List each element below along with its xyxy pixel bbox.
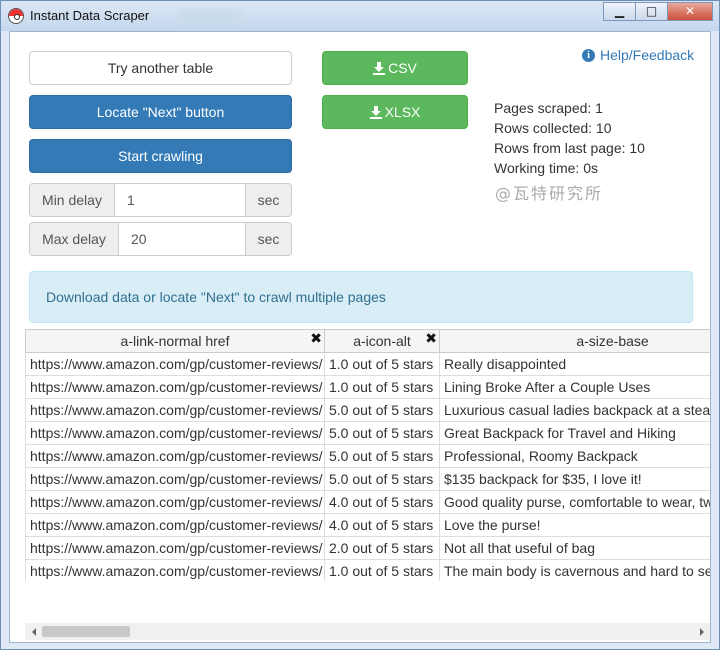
table-cell: Good quality purse, comfortable to wear,… [439, 490, 710, 514]
table-row: https://www.amazon.com/gp/customer-revie… [25, 375, 710, 399]
column-header-icon-alt: a-icon-alt ✖ [324, 329, 440, 353]
scroll-left-arrow-icon[interactable] [25, 623, 42, 640]
max-delay-input[interactable] [119, 222, 245, 256]
info-alert-text: Download data or locate "Next" to crawl … [46, 289, 386, 305]
table-cell: 5.0 out of 5 stars [324, 444, 440, 468]
table-cell: 2.0 out of 5 stars [324, 536, 440, 560]
app-logo-icon [8, 8, 24, 24]
start-crawling-button[interactable]: Start crawling [29, 139, 292, 173]
remove-column-icon[interactable]: ✖ [310, 331, 322, 347]
watermark: @瓦特研究所 [495, 184, 604, 203]
max-delay-unit: sec [245, 222, 292, 256]
info-alert: Download data or locate "Next" to crawl … [29, 271, 693, 323]
info-icon: i [582, 48, 595, 62]
table-cell: Lining Broke After a Couple Uses [439, 375, 710, 399]
table-row: https://www.amazon.com/gp/customer-revie… [25, 352, 710, 376]
table-row: https://www.amazon.com/gp/customer-revie… [25, 421, 710, 445]
try-another-table-label: Try another table [107, 60, 214, 76]
table-header-row: a-link-normal href ✖ a-icon-alt ✖ a-size-b… [25, 329, 710, 353]
table-row: https://www.amazon.com/gp/customer-revie… [25, 536, 710, 560]
client-area: Try another table Locate "Next" button S… [9, 31, 711, 643]
app-window: Instant Data Scraper ▁ □ ✕ Try another t… [0, 0, 720, 650]
download-icon [373, 61, 386, 75]
table-cell: https://www.amazon.com/gp/customer-revie… [25, 513, 325, 537]
help-feedback-link[interactable]: i Help/Feedback [582, 47, 694, 63]
table-cell: $135 backpack for $35, I love it! [439, 467, 710, 491]
blurred-title-text [179, 10, 241, 22]
help-feedback-label: Help/Feedback [600, 47, 695, 63]
locate-next-button[interactable]: Locate "Next" button [29, 95, 292, 129]
close-button[interactable]: ✕ [667, 2, 713, 21]
table-cell: 5.0 out of 5 stars [324, 421, 440, 445]
table-cell: Luxurious casual ladies backpack at a st… [439, 398, 710, 422]
try-another-table-button[interactable]: Try another table [29, 51, 292, 85]
min-delay-group: Min delay sec [29, 183, 292, 217]
maximize-button[interactable]: □ [635, 2, 668, 21]
table-row: https://www.amazon.com/gp/customer-revie… [25, 490, 710, 514]
table-cell: https://www.amazon.com/gp/customer-revie… [25, 398, 325, 422]
table-row: https://www.amazon.com/gp/customer-revie… [25, 398, 710, 422]
remove-column-icon[interactable]: ✖ [425, 331, 437, 347]
scrape-stats: Pages scraped: 1 Rows collected: 10 Rows… [494, 98, 645, 178]
column-header-size-base: a-size-base [439, 329, 710, 353]
title-bar[interactable]: Instant Data Scraper ▁ □ ✕ [1, 1, 719, 31]
start-crawling-label: Start crawling [118, 148, 203, 164]
table-cell: https://www.amazon.com/gp/customer-revie… [25, 352, 325, 376]
xlsx-label: XLSX [384, 104, 421, 120]
table-cell: The main body is cavernous and hard to s… [439, 559, 710, 581]
rows-collected-stat: Rows collected: 10 [494, 120, 612, 136]
table-cell: Professional, Roomy Backpack [439, 444, 710, 468]
max-delay-label: Max delay [29, 222, 119, 256]
column-header-label: a-icon-alt [353, 333, 411, 349]
table-cell: 5.0 out of 5 stars [324, 467, 440, 491]
table-cell: https://www.amazon.com/gp/customer-revie… [25, 559, 325, 581]
column-header-href: a-link-normal href ✖ [25, 329, 325, 353]
table-cell: 1.0 out of 5 stars [324, 559, 440, 581]
table-row: https://www.amazon.com/gp/customer-revie… [25, 559, 710, 581]
table-cell: Great Backpack for Travel and Hiking [439, 421, 710, 445]
window-controls: ▁ □ ✕ [603, 2, 713, 21]
min-delay-unit: sec [245, 183, 292, 217]
pages-scraped-stat: Pages scraped: 1 [494, 100, 603, 116]
table-cell: 1.0 out of 5 stars [324, 375, 440, 399]
xlsx-download-button[interactable]: XLSX [322, 95, 468, 129]
csv-label: CSV [388, 60, 417, 76]
table-cell: 4.0 out of 5 stars [324, 513, 440, 537]
table-row: https://www.amazon.com/gp/customer-revie… [25, 467, 710, 491]
horizontal-scrollbar[interactable] [25, 623, 710, 640]
table-cell: https://www.amazon.com/gp/customer-revie… [25, 536, 325, 560]
table-row: https://www.amazon.com/gp/customer-revie… [25, 444, 710, 468]
data-table-container: a-link-normal href ✖ a-icon-alt ✖ a-size-b… [25, 329, 710, 581]
table-cell: https://www.amazon.com/gp/customer-revie… [25, 421, 325, 445]
column-header-label: a-size-base [576, 333, 649, 349]
table-cell: https://www.amazon.com/gp/customer-revie… [25, 444, 325, 468]
minimize-button[interactable]: ▁ [603, 2, 636, 21]
table-cell: Really disappointed [439, 352, 710, 376]
min-delay-label: Min delay [29, 183, 115, 217]
rows-last-page-stat: Rows from last page: 10 [494, 140, 645, 156]
min-delay-input[interactable] [115, 183, 245, 217]
table-cell: Love the purse! [439, 513, 710, 537]
table-cell: https://www.amazon.com/gp/customer-revie… [25, 467, 325, 491]
table-cell: 1.0 out of 5 stars [324, 352, 440, 376]
data-table: a-link-normal href ✖ a-icon-alt ✖ a-size-b… [25, 329, 710, 581]
locate-next-label: Locate "Next" button [96, 104, 225, 120]
table-cell: https://www.amazon.com/gp/customer-revie… [25, 375, 325, 399]
table-cell: https://www.amazon.com/gp/customer-revie… [25, 490, 325, 514]
download-icon [369, 105, 382, 119]
table-cell: 4.0 out of 5 stars [324, 490, 440, 514]
scrollbar-thumb[interactable] [42, 626, 130, 637]
working-time-stat: Working time: 0s [494, 160, 598, 176]
window-title: Instant Data Scraper [30, 8, 150, 23]
table-cell: 5.0 out of 5 stars [324, 398, 440, 422]
table-row: https://www.amazon.com/gp/customer-revie… [25, 513, 710, 537]
max-delay-group: Max delay sec [29, 222, 292, 256]
csv-download-button[interactable]: CSV [322, 51, 468, 85]
table-body: https://www.amazon.com/gp/customer-revie… [25, 352, 710, 581]
table-cell: Not all that useful of bag [439, 536, 710, 560]
column-header-label: a-link-normal href [120, 333, 230, 349]
scroll-right-arrow-icon[interactable] [693, 623, 710, 640]
